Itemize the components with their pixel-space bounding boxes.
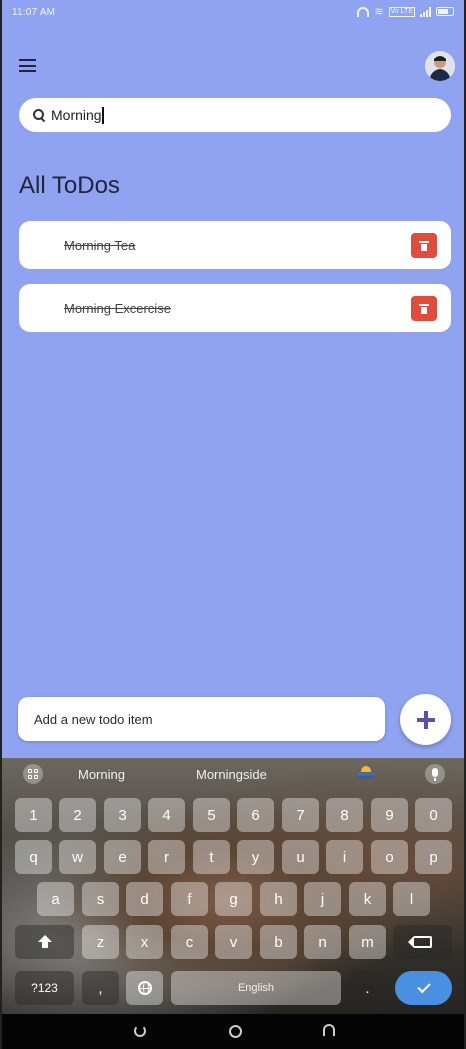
volte-icon: Vo LTE <box>388 6 415 17</box>
key-d[interactable]: d <box>126 882 163 916</box>
key-k[interactable]: k <box>349 882 386 916</box>
key-q[interactable]: q <box>15 840 52 874</box>
avatar-image <box>425 51 455 81</box>
search-input[interactable]: Morning <box>19 98 451 132</box>
key-1[interactable]: 1 <box>15 798 52 832</box>
backspace-key[interactable] <box>393 925 452 959</box>
status-time: 11:07 AM <box>12 7 56 18</box>
todo-title: Morning Excercise <box>64 300 171 316</box>
key-h[interactable]: h <box>260 882 297 916</box>
battery-icon <box>436 7 454 16</box>
plus-icon <box>416 710 435 729</box>
key-n[interactable]: n <box>304 925 341 959</box>
key-a[interactable]: a <box>37 882 74 916</box>
key-s[interactable]: s <box>82 882 119 916</box>
key-u[interactable]: u <box>282 840 319 874</box>
status-icons: ≋ Vo LTE <box>357 5 454 18</box>
system-nav-bar <box>2 1014 464 1049</box>
key-j[interactable]: j <box>304 882 341 916</box>
key-b[interactable]: b <box>260 925 297 959</box>
delete-button[interactable] <box>411 296 437 321</box>
key-z[interactable]: z <box>82 925 119 959</box>
backspace-icon <box>407 936 432 948</box>
key-o[interactable]: o <box>371 840 408 874</box>
key-w[interactable]: w <box>59 840 96 874</box>
key-2[interactable]: 2 <box>59 798 96 832</box>
comma-key[interactable]: , <box>82 971 119 1005</box>
headphones-icon <box>357 6 370 17</box>
key-r[interactable]: r <box>148 840 185 874</box>
space-key[interactable]: English <box>171 971 341 1005</box>
key-7[interactable]: 7 <box>282 798 319 832</box>
symbols-key[interactable]: ?123 <box>15 971 74 1005</box>
delete-button[interactable] <box>411 233 437 258</box>
key-i[interactable]: i <box>326 840 363 874</box>
globe-icon <box>137 981 152 995</box>
key-e[interactable]: e <box>104 840 141 874</box>
shift-key[interactable] <box>15 925 74 959</box>
key-m[interactable]: m <box>349 925 386 959</box>
key-8[interactable]: 8 <box>326 798 363 832</box>
add-todo-button[interactable] <box>400 694 451 745</box>
key-3[interactable]: 3 <box>104 798 141 832</box>
key-t[interactable]: t <box>193 840 230 874</box>
status-bar: 11:07 AM ≋ Vo LTE <box>2 0 464 26</box>
todo-item[interactable]: Morning Tea <box>19 221 451 269</box>
page-title: All ToDos <box>19 172 120 199</box>
key-4[interactable]: 4 <box>148 798 185 832</box>
key-v[interactable]: v <box>215 925 252 959</box>
nav-back-icon[interactable] <box>134 1025 146 1037</box>
key-0[interactable]: 0 <box>415 798 452 832</box>
enter-key[interactable] <box>395 971 452 1005</box>
menu-icon[interactable] <box>19 59 36 72</box>
key-l[interactable]: l <box>393 882 430 916</box>
check-icon <box>416 979 431 994</box>
language-key[interactable] <box>126 971 163 1005</box>
mic-icon[interactable] <box>425 764 445 784</box>
search-input-value: Morning <box>51 106 104 124</box>
todo-item[interactable]: Morning Excercise <box>19 284 451 332</box>
apps-icon[interactable] <box>23 764 43 784</box>
app-screen: 11:07 AM ≋ Vo LTE Morning All ToDos Morn… <box>0 0 466 1049</box>
trash-icon <box>419 303 429 314</box>
period-key[interactable]: . <box>349 971 386 1005</box>
key-6[interactable]: 6 <box>237 798 274 832</box>
search-icon <box>33 109 45 121</box>
key-c[interactable]: c <box>171 925 208 959</box>
shift-icon <box>37 935 52 949</box>
wifi-icon: ≋ <box>374 6 384 18</box>
nav-home-icon[interactable] <box>229 1025 242 1038</box>
space-key-label: English <box>237 982 275 994</box>
key-g[interactable]: g <box>215 882 252 916</box>
key-p[interactable]: p <box>415 840 452 874</box>
suggestion-item[interactable]: Morningside <box>196 767 267 782</box>
sunrise-emoji-icon[interactable] <box>358 766 374 778</box>
suggestion-bar: Morning Morningside <box>2 758 464 790</box>
nav-recents-icon[interactable] <box>323 1024 335 1036</box>
trash-icon <box>419 240 429 251</box>
key-y[interactable]: y <box>237 840 274 874</box>
avatar[interactable] <box>425 51 455 81</box>
add-todo-input[interactable]: Add a new todo item <box>18 697 385 741</box>
todo-title: Morning Tea <box>64 237 136 253</box>
key-x[interactable]: x <box>126 925 163 959</box>
signal-icon <box>420 6 431 17</box>
suggestion-item[interactable]: Morning <box>78 767 125 782</box>
key-9[interactable]: 9 <box>371 798 408 832</box>
key-5[interactable]: 5 <box>193 798 230 832</box>
key-f[interactable]: f <box>171 882 208 916</box>
soft-keyboard: Morning Morningside 1 2 3 4 5 6 7 8 9 0 … <box>2 758 464 1014</box>
